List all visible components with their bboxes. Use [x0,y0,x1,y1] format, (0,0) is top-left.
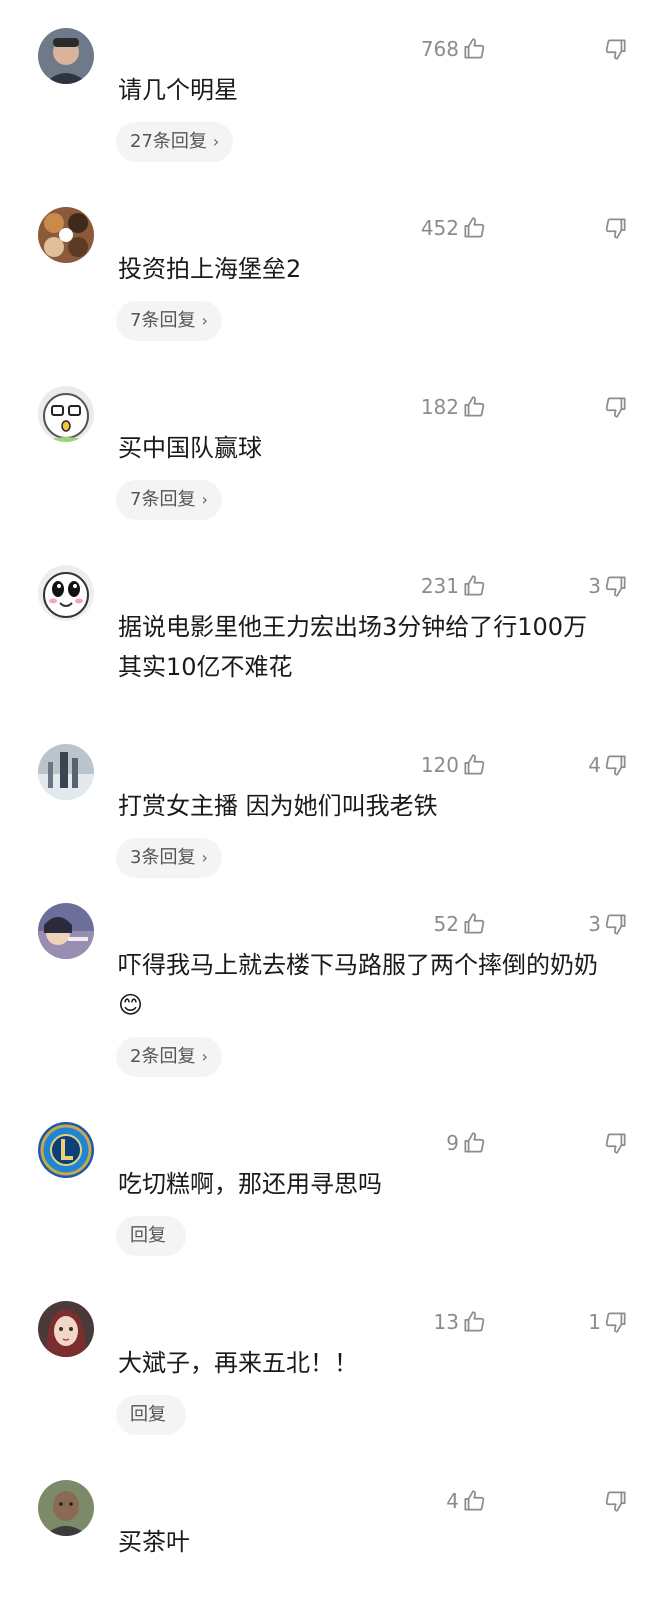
like-count: 52 [433,912,459,936]
view-replies-button[interactable]: 2条回复 › [116,1037,222,1077]
dislike-button[interactable] [601,36,629,62]
replies-label: 3条回复 [130,847,196,868]
like-count: 452 [420,216,459,240]
like-count: 231 [420,574,459,598]
thumbs-up-icon [464,38,485,59]
user-avatar[interactable] [38,386,94,442]
user-avatar[interactable] [38,28,94,84]
like-button[interactable]: 768 [421,36,487,62]
chevron-right-icon: › [201,848,208,867]
comment-text: 打赏女主播 因为她们叫我老铁 [118,792,438,820]
like-button[interactable]: 231 [421,573,487,599]
thumbs-down-icon [605,914,626,935]
dislike-button[interactable]: 4 [588,752,629,778]
replies-label: 7条回复 [130,310,196,331]
view-replies-button[interactable]: 3条回复 › [116,838,222,878]
comment-text: 吃切糕啊，那还用寻思吗 [118,1170,382,1198]
thumbs-up-icon [464,1490,485,1511]
comment-text: 据说电影里他王力宏出场3分钟给了行100万 其实10亿不难花 [118,613,612,681]
like-button[interactable]: 52 [434,911,487,937]
comment-text: 请几个明星 [118,76,238,104]
thumbs-down-icon [605,397,626,418]
reply-button[interactable]: 回复 [116,1216,186,1256]
like-count: 9 [446,1131,459,1155]
like-count: 4 [446,1489,459,1513]
user-avatar[interactable] [38,1122,94,1178]
replies-label: 回复 [130,1404,166,1425]
dislike-button[interactable]: 3 [588,573,629,599]
comment-text: 买中国队赢球 [118,434,262,462]
dislike-count: 4 [588,753,601,777]
like-button[interactable]: 120 [421,752,487,778]
dislike-button[interactable] [601,1130,629,1156]
thumbs-up-icon [464,1132,485,1153]
view-replies-button[interactable]: 7条回复 › [116,301,222,341]
user-avatar[interactable] [38,903,94,959]
replies-label: 7条回复 [130,489,196,510]
chevron-right-icon: › [212,132,220,151]
comment-text: 吓得我马上就去楼下马路服了两个摔倒的奶奶😊 [118,951,598,1019]
thumbs-down-icon [605,1312,626,1333]
comment-text: 大斌子，再来五北！！ [118,1349,358,1377]
user-avatar[interactable] [38,744,94,800]
user-avatar[interactable] [38,1301,94,1357]
dislike-button[interactable] [601,215,629,241]
chevron-right-icon: › [201,1047,208,1066]
user-avatar[interactable] [38,207,94,263]
like-button[interactable]: 4 [446,1488,487,1514]
chevron-right-icon: › [201,311,208,330]
dislike-button[interactable]: 3 [588,911,629,937]
thumbs-down-icon [605,755,626,776]
thumbs-up-icon [464,1311,485,1332]
thumbs-up-icon [464,754,485,775]
view-replies-button[interactable]: 7条回复 › [116,480,222,520]
replies-label: 2条回复 [130,1046,196,1067]
comment-text: 投资拍上海堡垒2 [118,255,302,283]
thumbs-up-icon [464,396,485,417]
thumbs-up-icon [464,575,485,596]
like-button[interactable]: 182 [421,394,487,420]
thumbs-down-icon [605,218,626,239]
view-replies-button[interactable]: 27条回复 › [116,122,234,162]
like-count: 182 [420,395,459,419]
dislike-count: 1 [588,1310,601,1334]
thumbs-up-icon [464,913,485,934]
thumbs-down-icon [605,1491,626,1512]
user-avatar[interactable] [38,1480,94,1536]
like-count: 120 [420,753,459,777]
chevron-right-icon: › [201,490,208,509]
thumbs-up-icon [464,217,485,238]
user-avatar[interactable] [38,565,94,621]
like-button[interactable]: 452 [421,215,487,241]
thumbs-down-icon [605,39,626,60]
dislike-count: 3 [588,574,601,598]
dislike-button[interactable] [601,1488,629,1514]
comment-text: 买茶叶 [118,1528,190,1556]
replies-label: 27条回复 [130,131,207,152]
dislike-button[interactable]: 1 [588,1309,629,1335]
like-count: 13 [433,1310,459,1334]
like-count: 768 [420,37,459,61]
dislike-count: 3 [588,912,601,936]
reply-button[interactable]: 回复 [116,1395,186,1435]
dislike-button[interactable] [601,394,629,420]
like-button[interactable]: 9 [446,1130,487,1156]
thumbs-down-icon [605,1133,626,1154]
thumbs-down-icon [605,576,626,597]
replies-label: 回复 [130,1225,166,1246]
like-button[interactable]: 13 [434,1309,487,1335]
